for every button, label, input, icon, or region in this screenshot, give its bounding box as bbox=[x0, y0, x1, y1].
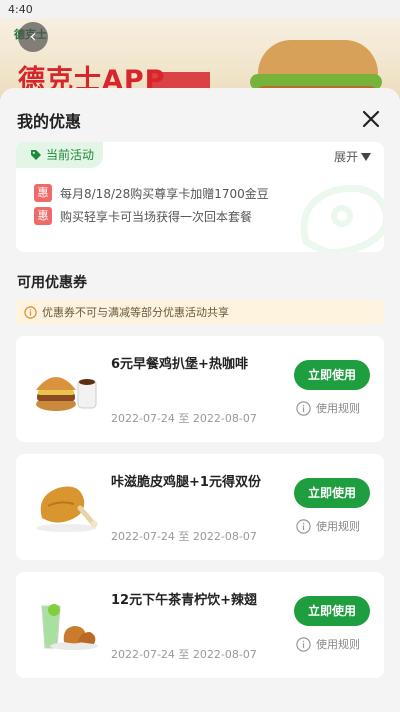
coupon-validity: 2022-07-24 至 2022-08-07 bbox=[111, 648, 257, 661]
coupon-title: 6元早餐鸡扒堡+热咖啡 bbox=[111, 357, 248, 372]
coupon-validity: 2022-07-24 至 2022-08-07 bbox=[111, 530, 257, 543]
available-coupons-title: 可用优惠券 bbox=[17, 275, 87, 291]
coupon-card: 6元早餐鸡扒堡+热咖啡 2022-07-24 至 2022-08-07 立即使用… bbox=[16, 336, 384, 442]
sheet-header: 我的优惠 bbox=[0, 88, 400, 140]
promo-item: 惠 每月8/18/28购买尊享卡加赠1700金豆 bbox=[34, 183, 269, 203]
promo-item-text: 每月8/18/28购买尊享卡加赠1700金豆 bbox=[60, 186, 269, 201]
use-now-button[interactable]: 立即使用 bbox=[294, 596, 370, 626]
burger-coffee-image bbox=[36, 377, 97, 411]
promo-item: 惠 购买轻享卡可当场获得一次回本套餐 bbox=[34, 206, 252, 226]
use-now-button[interactable]: 立即使用 bbox=[294, 360, 370, 390]
coupon-validity: 2022-07-24 至 2022-08-07 bbox=[111, 412, 257, 425]
status-time: 4:40 bbox=[8, 3, 33, 16]
back-button[interactable]: ‹ bbox=[18, 22, 48, 52]
discount-badge-icon: 惠 bbox=[34, 207, 52, 225]
chicken-leg-image bbox=[36, 486, 98, 532]
expand-label: 展开 bbox=[334, 150, 359, 164]
info-icon bbox=[296, 518, 311, 534]
chevron-left-icon: ‹ bbox=[29, 26, 37, 47]
discount-badge-icon: 惠 bbox=[34, 184, 52, 202]
lime-drink-wings-image bbox=[41, 604, 98, 650]
usage-rules-link[interactable]: 使用规则 bbox=[296, 518, 360, 534]
current-activity-card: 当前活动 展开 惠 每月8/18/28购买尊享卡加赠1700金豆 惠 购买轻享卡… bbox=[16, 142, 384, 252]
info-icon bbox=[24, 305, 37, 319]
coupon-notice: 优惠券不可与满减等部分优惠活动共享 bbox=[16, 300, 384, 324]
coupon-title: 咔滋脆皮鸡腿+1元得双份 bbox=[111, 475, 261, 490]
usage-rules-label: 使用规则 bbox=[316, 638, 360, 651]
usage-rules-link[interactable]: 使用规则 bbox=[296, 636, 360, 652]
current-activity-tag: 当前活动 bbox=[16, 142, 104, 168]
use-now-button[interactable]: 立即使用 bbox=[294, 478, 370, 508]
expand-button[interactable]: 展开 bbox=[334, 148, 372, 165]
status-bar: 4:40 bbox=[0, 0, 400, 18]
coupon-notice-text: 优惠券不可与满减等部分优惠活动共享 bbox=[42, 306, 229, 319]
close-icon[interactable] bbox=[360, 108, 382, 130]
sheet-title: 我的优惠 bbox=[17, 112, 82, 131]
usage-rules-label: 使用规则 bbox=[316, 520, 360, 533]
usage-rules-link[interactable]: 使用规则 bbox=[296, 400, 360, 416]
coupon-card: 咔滋脆皮鸡腿+1元得双份 2022-07-24 至 2022-08-07 立即使… bbox=[16, 454, 384, 560]
tag-icon bbox=[31, 150, 41, 160]
usage-rules-label: 使用规则 bbox=[316, 402, 360, 415]
current-activity-label: 当前活动 bbox=[46, 148, 95, 162]
info-icon bbox=[296, 400, 311, 416]
coupon-title: 12元下午茶青柠饮+辣翅 bbox=[111, 593, 257, 608]
info-icon bbox=[296, 636, 311, 652]
offers-sheet: 我的优惠 当前活动 展开 惠 每月8/18/28购买尊享卡加赠1700金豆 惠 … bbox=[0, 88, 400, 712]
triangle-down-icon bbox=[361, 152, 372, 161]
mascot-watermark-icon bbox=[300, 184, 384, 252]
promo-item-text: 购买轻享卡可当场获得一次回本套餐 bbox=[60, 209, 253, 224]
coupon-card: 12元下午茶青柠饮+辣翅 2022-07-24 至 2022-08-07 立即使… bbox=[16, 572, 384, 678]
